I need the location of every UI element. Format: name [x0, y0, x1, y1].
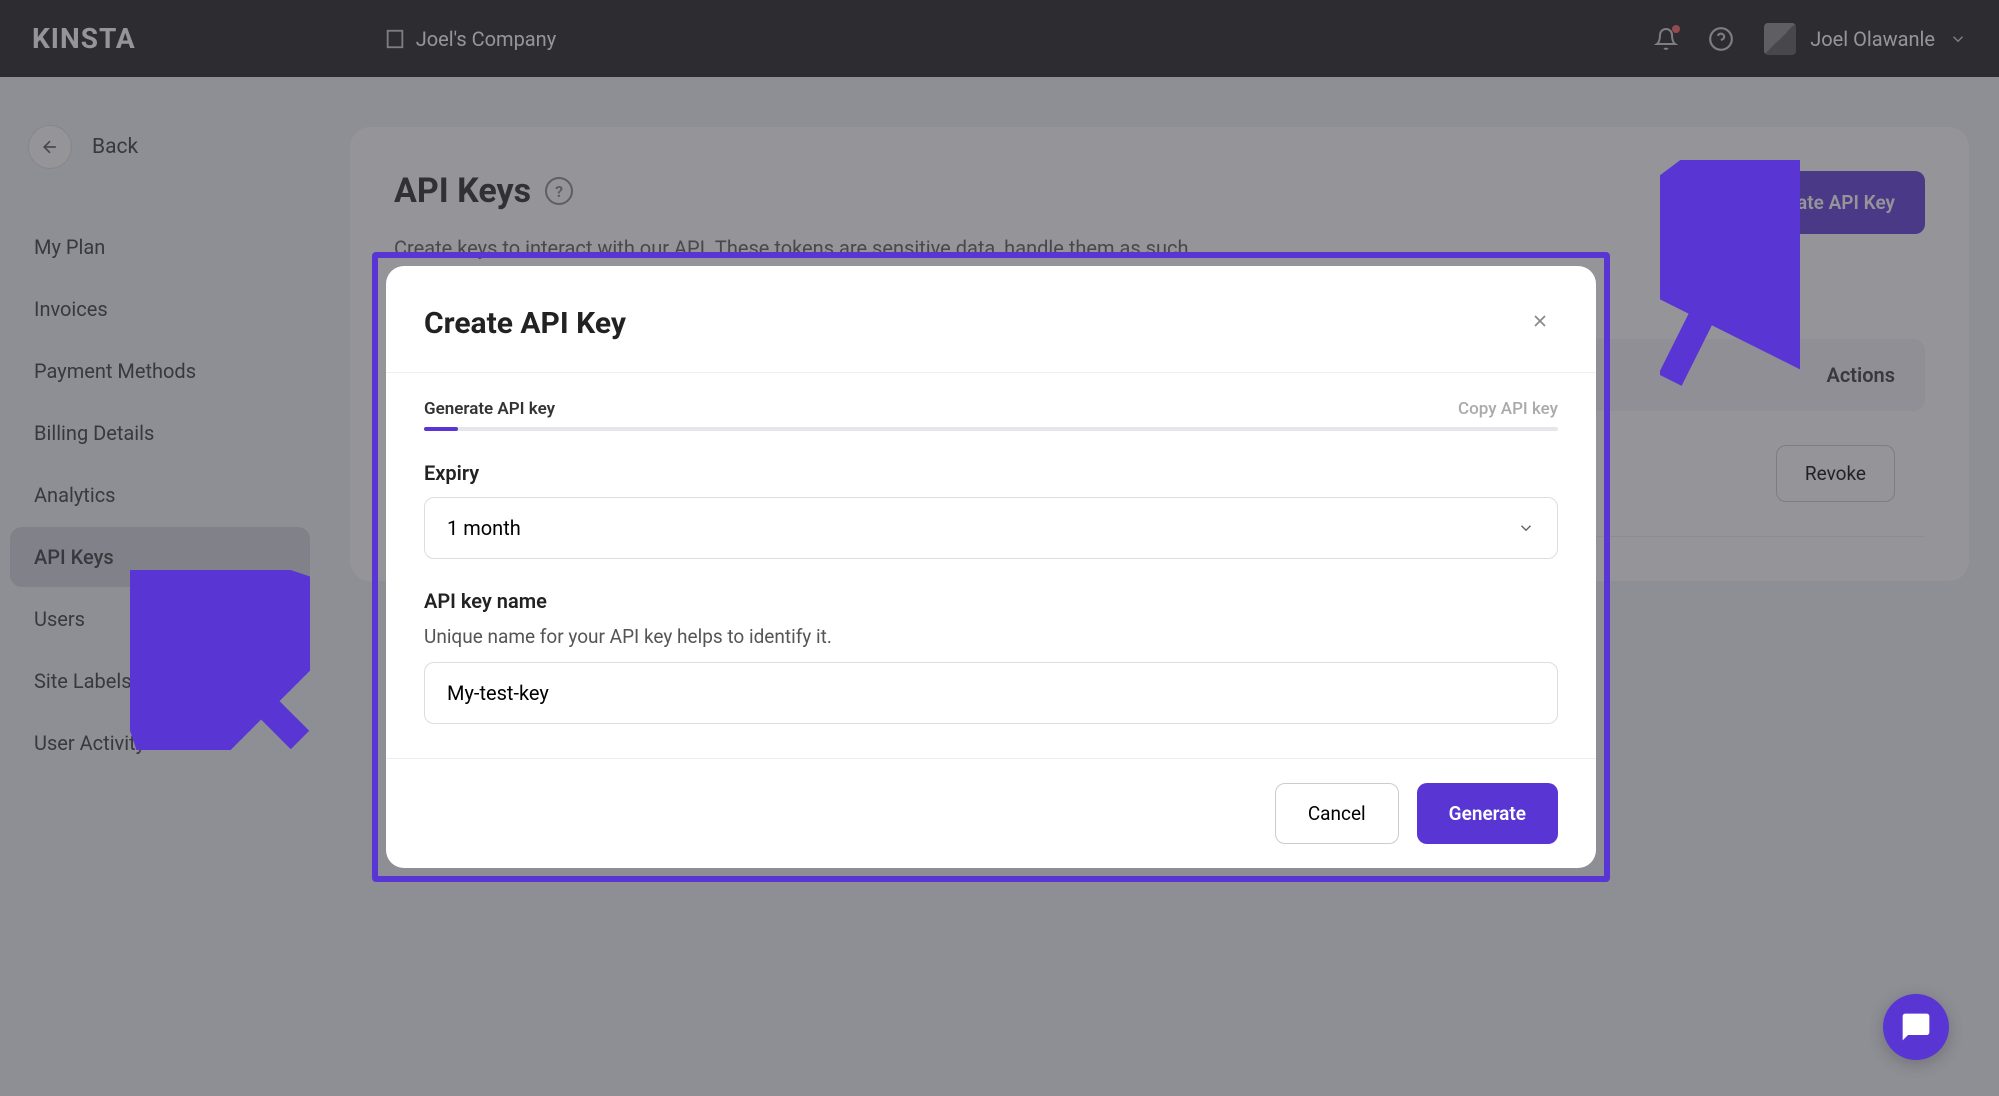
step-copy: Copy API key — [1458, 399, 1558, 419]
name-label: API key name — [424, 589, 1558, 613]
name-hint: Unique name for your API key helps to id… — [424, 625, 1558, 648]
modal-highlight-frame: Create API Key Generate API key Copy API… — [372, 252, 1610, 882]
generate-button[interactable]: Generate — [1417, 783, 1558, 844]
annotation-arrow-sidebar — [130, 570, 310, 750]
step-generate: Generate API key — [424, 399, 555, 419]
expiry-value: 1 month — [447, 516, 521, 540]
chevron-down-icon — [1517, 519, 1535, 537]
expiry-label: Expiry — [424, 461, 1558, 485]
api-key-name-input[interactable] — [424, 662, 1558, 724]
annotation-arrow-create — [1660, 160, 1800, 390]
expiry-select[interactable]: 1 month — [424, 497, 1558, 559]
create-api-key-modal: Create API Key Generate API key Copy API… — [386, 266, 1596, 868]
chat-icon — [1900, 1011, 1932, 1043]
modal-title: Create API Key — [424, 306, 626, 341]
progress-bar — [424, 427, 1558, 431]
close-icon — [1530, 311, 1550, 331]
progress-fill — [424, 427, 458, 431]
chat-bubble-button[interactable] — [1883, 994, 1949, 1060]
close-button[interactable] — [1522, 304, 1558, 342]
cancel-button[interactable]: Cancel — [1275, 783, 1399, 844]
modal-overlay: Create API Key Generate API key Copy API… — [0, 0, 1999, 1096]
steps-row: Generate API key Copy API key — [424, 399, 1558, 419]
